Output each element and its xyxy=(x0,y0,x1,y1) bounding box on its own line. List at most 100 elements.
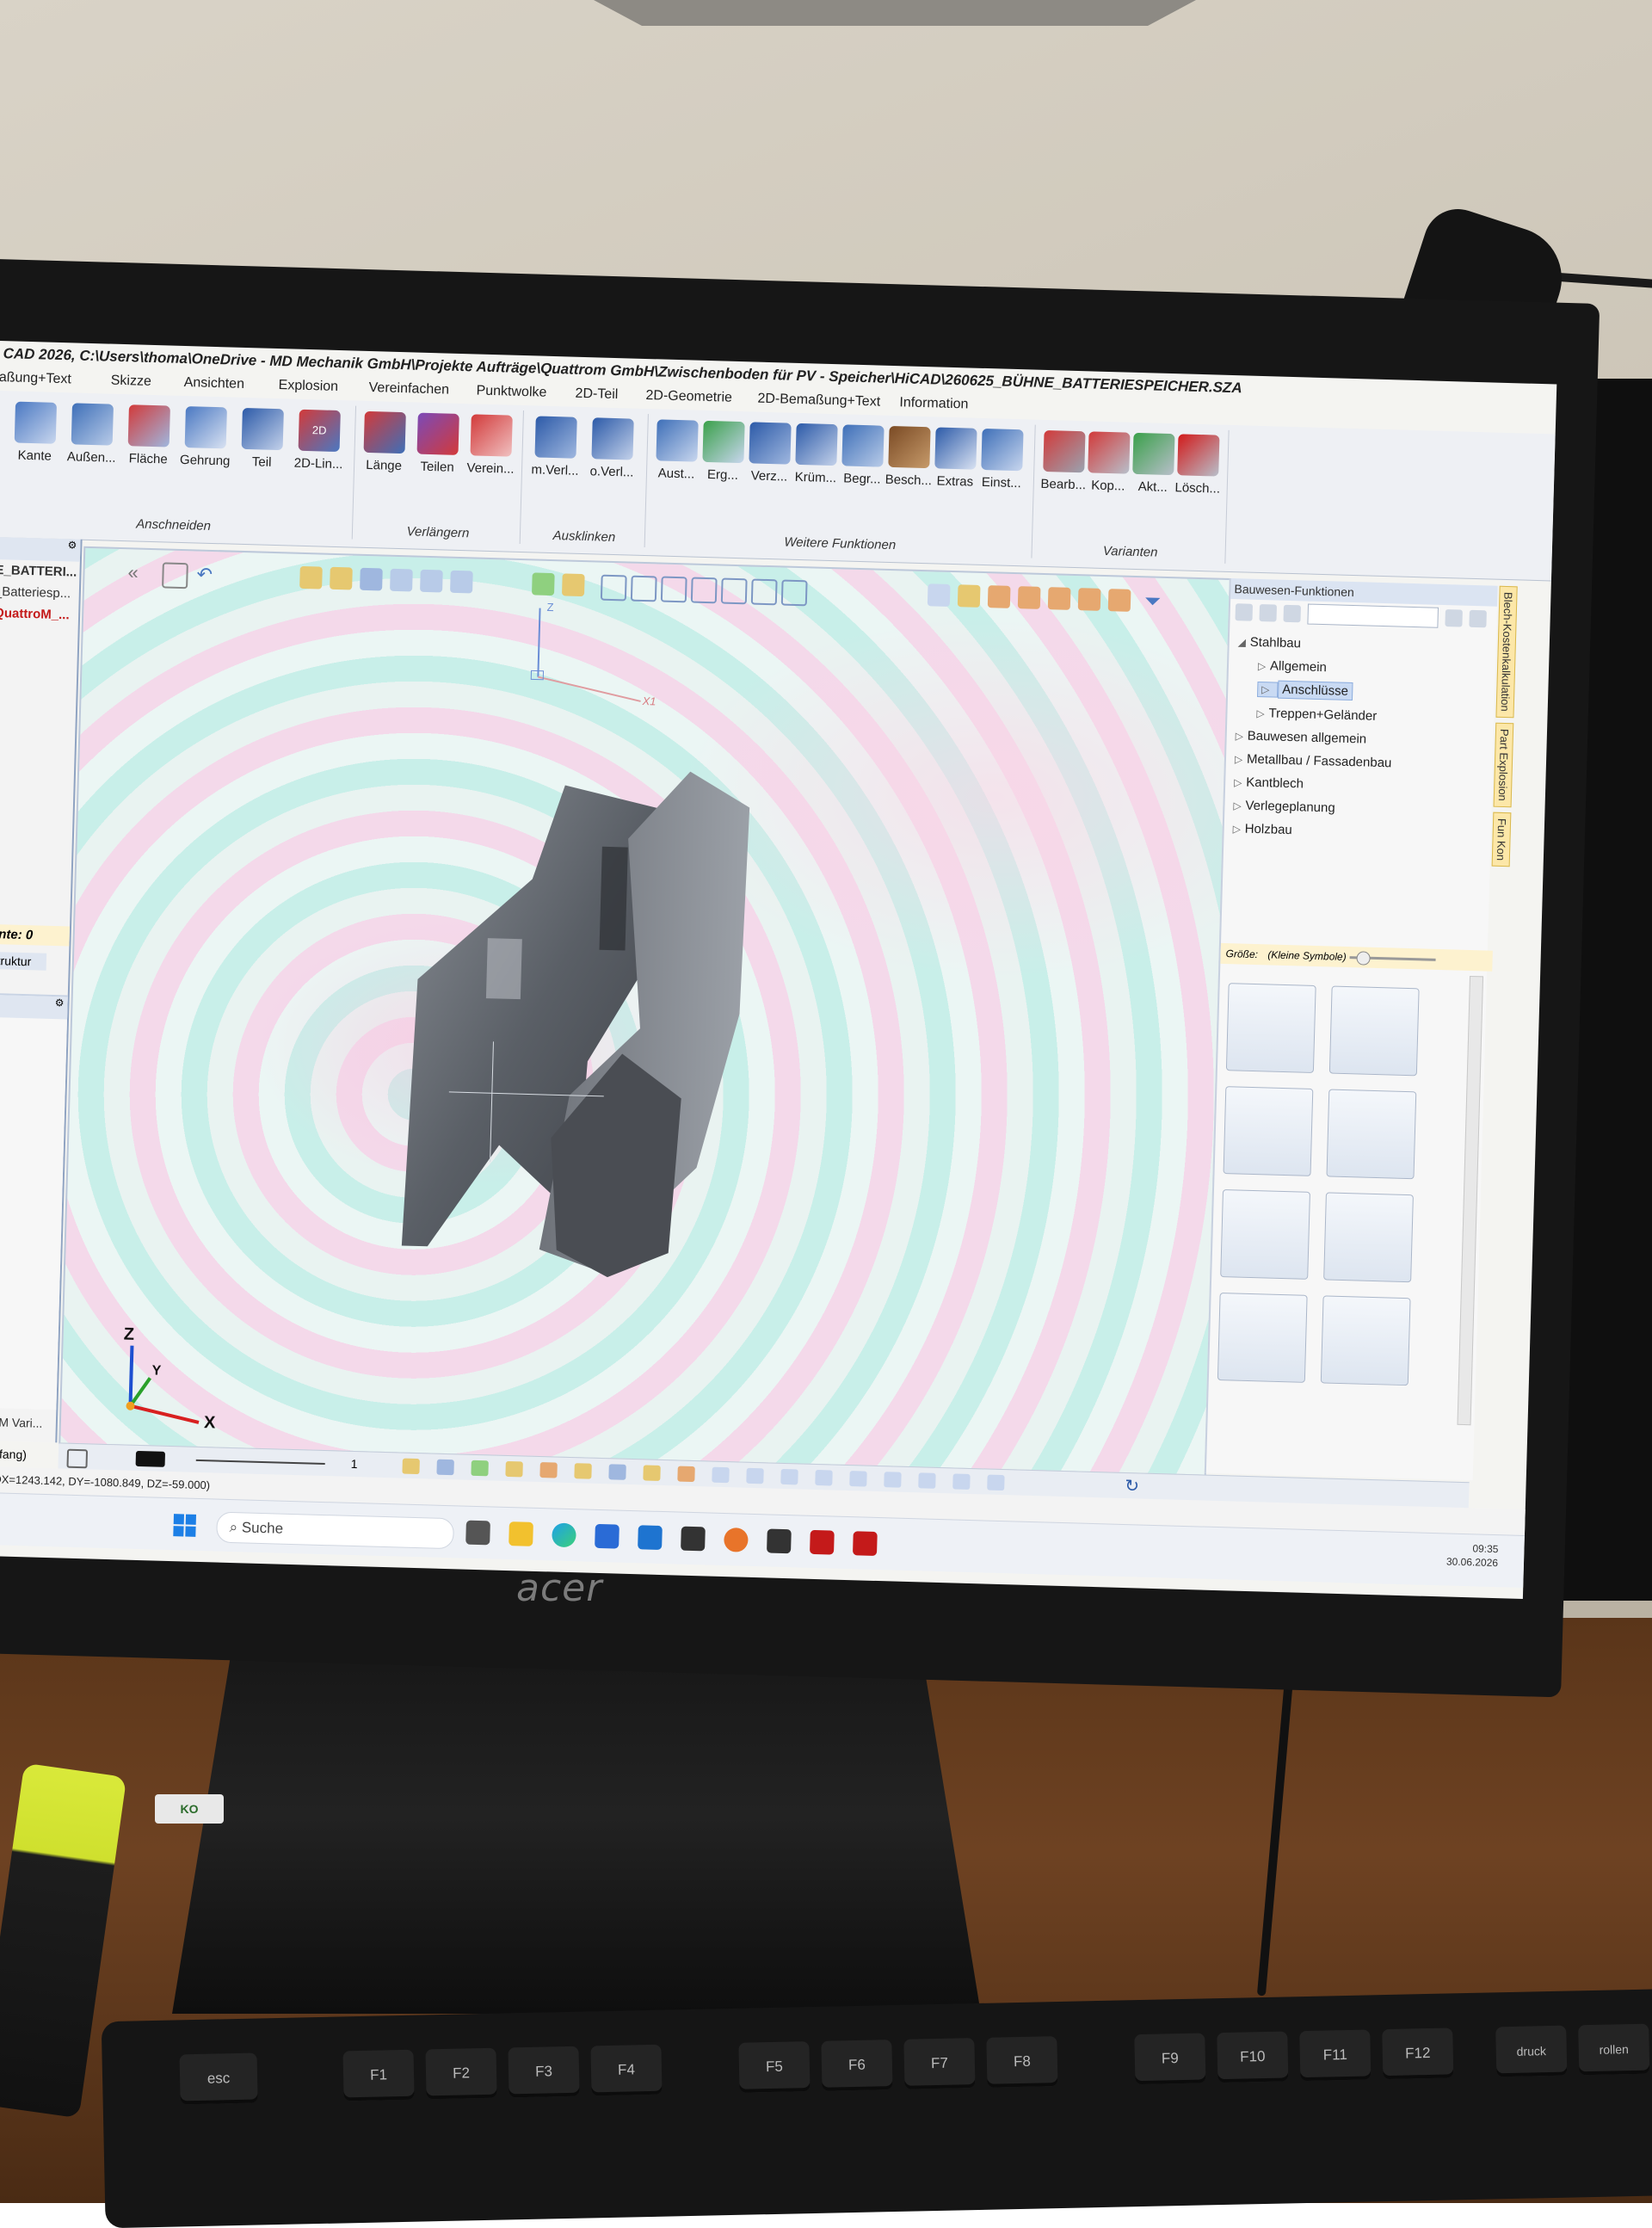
collapse-arrow-icon[interactable]: ▷ xyxy=(1233,799,1245,812)
key-f1[interactable]: F1 xyxy=(342,2049,415,2101)
tool-einst[interactable]: Einst... xyxy=(976,428,1029,491)
hide-icon[interactable] xyxy=(957,584,981,608)
tool-extras[interactable]: Extras xyxy=(929,427,983,490)
zoom-out-icon[interactable] xyxy=(420,569,443,593)
tool-kante[interactable]: Kante xyxy=(9,401,62,464)
key-f12[interactable]: F12 xyxy=(1382,2027,1454,2080)
bottom-view-icon[interactable] xyxy=(750,578,778,606)
undo-icon[interactable]: ↶ xyxy=(196,563,219,586)
zoom-all-icon[interactable] xyxy=(450,570,473,594)
top-view-icon[interactable] xyxy=(720,577,748,605)
tool-erg[interactable]: Erg... xyxy=(697,420,750,484)
shaded-view-icon[interactable] xyxy=(531,572,555,596)
menu-item[interactable]: 2D-Geometrie xyxy=(645,385,758,412)
key-f9[interactable]: F9 xyxy=(1134,2033,1206,2085)
cube-icon[interactable] xyxy=(1107,589,1131,612)
collapse-icon[interactable]: « xyxy=(127,561,151,584)
end-plate-icon[interactable] xyxy=(1217,1293,1308,1383)
snap-icon[interactable] xyxy=(608,1464,626,1480)
snap-icon[interactable] xyxy=(574,1463,592,1479)
tool-loesch[interactable]: Lösch... xyxy=(1172,434,1225,497)
snap-icon[interactable] xyxy=(402,1458,420,1475)
menu-item[interactable]: 2D-Teil xyxy=(575,383,646,409)
tool-o-verl[interactable]: o.Verl... xyxy=(586,417,639,480)
filter-icon[interactable]: ⏷ xyxy=(1144,589,1168,614)
key-f8[interactable]: F8 xyxy=(986,2036,1058,2088)
snap-icon[interactable] xyxy=(952,1473,971,1490)
key-f5[interactable]: F5 xyxy=(738,2041,811,2093)
structure-item[interactable]: _Batteriesp... xyxy=(0,581,79,605)
key-f7[interactable]: F7 xyxy=(903,2038,976,2089)
tree-icon[interactable] xyxy=(1259,603,1278,622)
app-a-icon[interactable] xyxy=(767,1528,792,1554)
point-cloud-model[interactable] xyxy=(392,763,802,1282)
plane-icon[interactable] xyxy=(66,1448,89,1469)
tool-besch[interactable]: Besch... xyxy=(883,425,936,489)
tool-teilen[interactable]: Teilen xyxy=(411,412,465,475)
snap-icon[interactable] xyxy=(780,1468,798,1485)
collapse-arrow-icon[interactable]: ▷ xyxy=(1236,730,1248,742)
tree-icon[interactable] xyxy=(1235,603,1254,621)
menu-item[interactable]: Punktwolke xyxy=(476,380,576,406)
expand-icon[interactable]: ◢ xyxy=(1238,636,1250,648)
hidden-view-icon[interactable] xyxy=(561,573,585,597)
document-icon[interactable] xyxy=(1283,604,1302,623)
tool-flaeche[interactable]: Fläche xyxy=(122,404,176,467)
key-f11[interactable]: F11 xyxy=(1299,2029,1372,2082)
tool-vereinigen[interactable]: Verein... xyxy=(465,414,518,477)
sort-icon[interactable] xyxy=(1445,609,1463,627)
snap-icon[interactable] xyxy=(987,1474,1005,1491)
right-view-icon[interactable] xyxy=(690,577,718,604)
cube-icon[interactable] xyxy=(1077,588,1101,611)
snap-icon[interactable] xyxy=(471,1460,489,1477)
snap-icon[interactable] xyxy=(677,1466,695,1483)
snap-icon[interactable] xyxy=(436,1459,454,1476)
tool-aussen[interactable]: Außen... xyxy=(65,403,119,466)
key-f6[interactable]: F6 xyxy=(821,2040,893,2091)
snap-icon[interactable] xyxy=(918,1472,936,1489)
search-combo[interactable] xyxy=(1307,603,1439,628)
gear-icon[interactable]: ⚙ xyxy=(67,539,77,551)
line-style[interactable] xyxy=(195,1459,325,1466)
tool-2d-linie[interactable]: 2D 2D-Lin... xyxy=(293,409,346,472)
file-explorer-icon[interactable] xyxy=(509,1521,533,1546)
tab-struktur[interactable]: estruktur xyxy=(0,951,47,971)
windows-start-icon[interactable] xyxy=(173,1514,198,1539)
snap-icon[interactable] xyxy=(712,1466,730,1484)
tool-laenge[interactable]: Länge xyxy=(358,410,411,474)
collapse-arrow-icon[interactable]: ▷ xyxy=(1258,660,1270,672)
menu-item[interactable]: Skizze xyxy=(110,370,184,396)
store-icon[interactable] xyxy=(595,1523,620,1549)
clock[interactable]: 09:35 30.06.2026 xyxy=(1446,1540,1499,1570)
cube-view-icon[interactable] xyxy=(162,562,188,589)
collapse-arrow-icon[interactable]: ▷ xyxy=(1257,681,1279,698)
snap-icon[interactable] xyxy=(849,1471,867,1487)
refresh-icon[interactable]: ↻ xyxy=(1125,1477,1142,1496)
snap-icon[interactable] xyxy=(884,1472,902,1488)
snap-icon[interactable] xyxy=(539,1462,558,1478)
app-a-icon[interactable] xyxy=(681,1526,706,1552)
size-slider[interactable] xyxy=(1356,951,1371,966)
structure-item[interactable]: E_BATTERI... xyxy=(0,559,80,583)
edge-icon[interactable] xyxy=(552,1522,576,1548)
3d-viewport[interactable]: « ↶ ⏷ Z X1 Z Y X xyxy=(59,546,1231,1477)
key-print[interactable]: druck xyxy=(1495,2025,1568,2077)
beam-joint-icon[interactable] xyxy=(1328,985,1420,1077)
key-esc[interactable]: esc xyxy=(179,2052,258,2105)
taskbar-search[interactable]: ⌕ Suche xyxy=(216,1511,455,1550)
menu-item[interactable]: Explosion xyxy=(278,374,369,401)
sort-icon[interactable] xyxy=(1469,609,1487,628)
key-scroll[interactable]: rollen xyxy=(1578,2023,1650,2076)
layer-icon[interactable] xyxy=(927,583,951,607)
app-orange-icon[interactable] xyxy=(724,1528,749,1552)
zoom-icon[interactable] xyxy=(299,565,323,589)
side-tab[interactable]: Part Explosion xyxy=(1493,722,1514,807)
menu-item[interactable]: aßung+Text xyxy=(0,367,111,394)
cube-icon[interactable] xyxy=(1047,587,1071,610)
zoom-in-icon[interactable] xyxy=(390,568,413,592)
tool-m-verl[interactable]: m.Verl... xyxy=(529,416,583,478)
zoom-fit-icon[interactable] xyxy=(330,566,353,590)
line-number[interactable]: 1 xyxy=(351,1457,358,1471)
splice-plate-icon[interactable] xyxy=(1320,1295,1411,1386)
hicad-icon[interactable] xyxy=(852,1531,878,1557)
